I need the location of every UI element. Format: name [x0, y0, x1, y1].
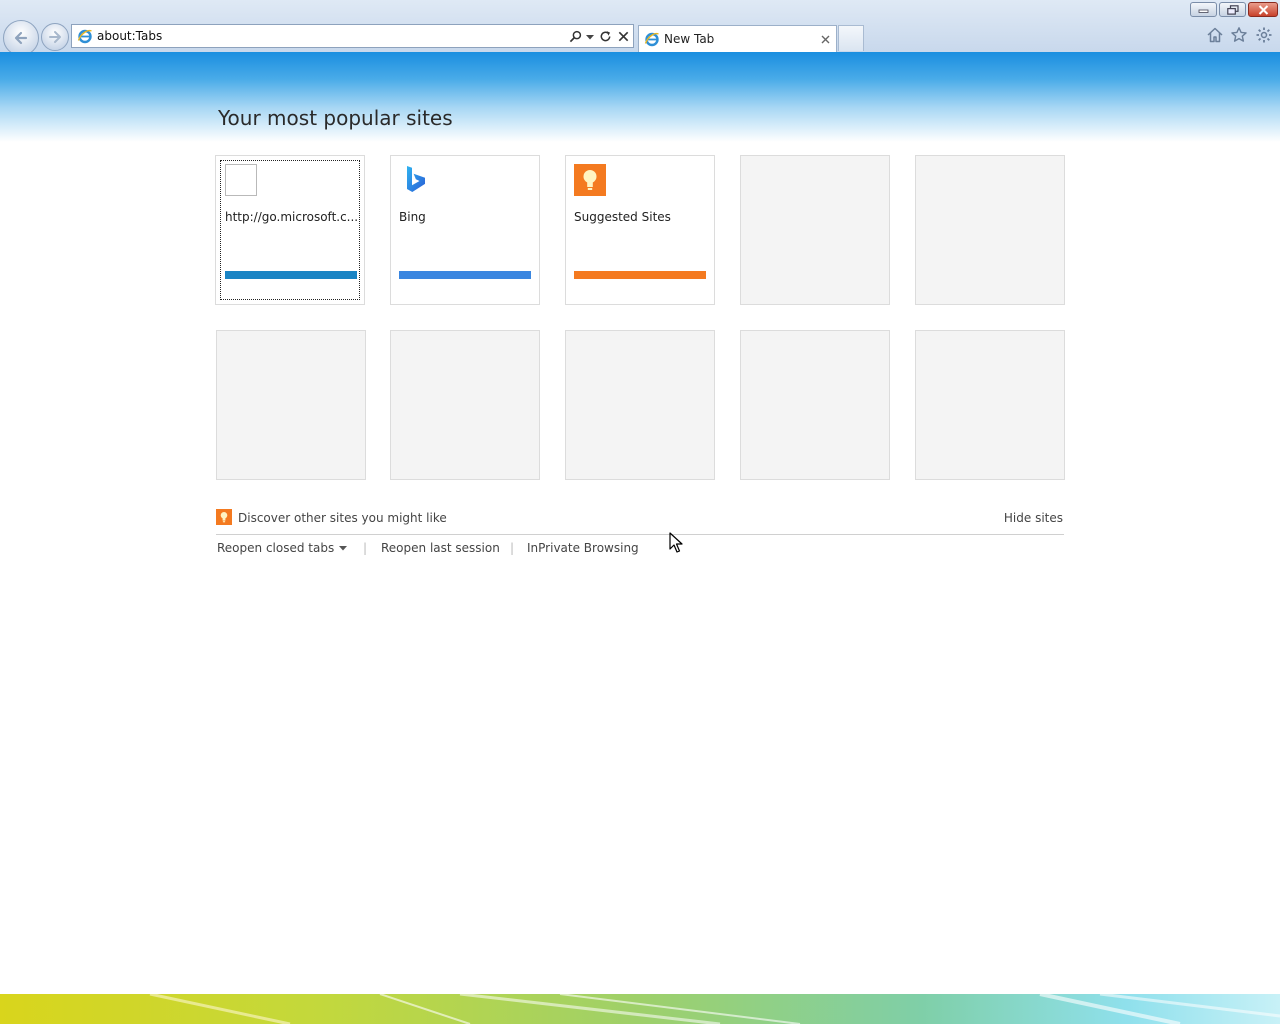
favorites-star-icon[interactable] [1230, 26, 1248, 44]
close-tab-icon[interactable] [818, 32, 832, 46]
address-text[interactable]: about:Tabs [97, 29, 567, 43]
header-banner [0, 52, 1280, 142]
gear-icon[interactable] [1255, 26, 1273, 44]
tile-label: Suggested Sites [574, 210, 671, 224]
empty-site-tile[interactable] [740, 330, 890, 480]
minimize-icon [1198, 9, 1209, 13]
site-tile-bing[interactable]: Bing [390, 155, 540, 305]
tile-label: http://go.microsoft.c... [225, 210, 357, 224]
inprivate-browsing-link[interactable]: InPrivate Browsing [527, 541, 639, 555]
empty-site-tile[interactable] [915, 330, 1065, 480]
discover-row: Discover other sites you might like Hide… [216, 509, 1064, 535]
site-tile-suggested-sites[interactable]: Suggested Sites [565, 155, 715, 305]
browser-window: about:Tabs New Tab Your most popular sit… [0, 0, 1280, 1024]
tab-new-tab[interactable]: New Tab [638, 25, 837, 52]
separator: | [363, 541, 368, 555]
search-icon[interactable] [567, 28, 583, 44]
footer-decoration [0, 994, 1280, 1024]
suggested-sites-icon [574, 164, 606, 196]
separator: | [510, 541, 515, 555]
restore-button[interactable] [1219, 2, 1246, 17]
arrow-right-icon [49, 31, 61, 43]
refresh-icon[interactable] [597, 28, 613, 44]
bing-icon [407, 166, 425, 192]
empty-site-tile[interactable] [915, 155, 1065, 305]
empty-site-tile[interactable] [565, 330, 715, 480]
empty-site-tile[interactable] [390, 330, 540, 480]
suggested-sites-icon [216, 509, 232, 525]
close-window-button[interactable] [1248, 2, 1278, 17]
hide-sites-link[interactable]: Hide sites [1004, 511, 1063, 525]
stop-icon[interactable] [615, 28, 631, 44]
forward-button[interactable] [41, 23, 69, 51]
discover-sites-link[interactable]: Discover other sites you might like [238, 511, 447, 525]
tile-color-bar [574, 271, 706, 279]
tile-color-bar [225, 271, 357, 279]
blank-page-icon [225, 164, 257, 196]
tile-color-bar [399, 271, 531, 279]
ie-icon [77, 29, 92, 44]
empty-site-tile[interactable] [740, 155, 890, 305]
tab-title: New Tab [664, 32, 715, 46]
tile-label: Bing [399, 210, 426, 224]
browser-chrome: about:Tabs New Tab [0, 0, 1280, 56]
address-bar[interactable]: about:Tabs [71, 24, 634, 48]
arrow-left-icon [14, 31, 28, 45]
home-icon[interactable] [1206, 26, 1224, 44]
mouse-cursor-icon [669, 532, 683, 553]
empty-site-tile[interactable] [216, 330, 366, 480]
minimize-button[interactable] [1190, 2, 1217, 17]
reopen-closed-tabs-link[interactable]: Reopen closed tabs [217, 541, 334, 555]
reopen-last-session-link[interactable]: Reopen last session [381, 541, 500, 555]
new-tab-button[interactable] [838, 25, 864, 51]
back-button[interactable] [3, 20, 39, 56]
page-title: Your most popular sites [218, 106, 453, 130]
close-icon [1258, 4, 1268, 15]
site-tile-go-microsoft[interactable]: http://go.microsoft.c... [215, 155, 365, 305]
dropdown-icon[interactable] [585, 28, 595, 44]
ie-icon [644, 32, 659, 47]
dropdown-icon[interactable] [339, 544, 347, 552]
restore-icon [1226, 4, 1239, 15]
